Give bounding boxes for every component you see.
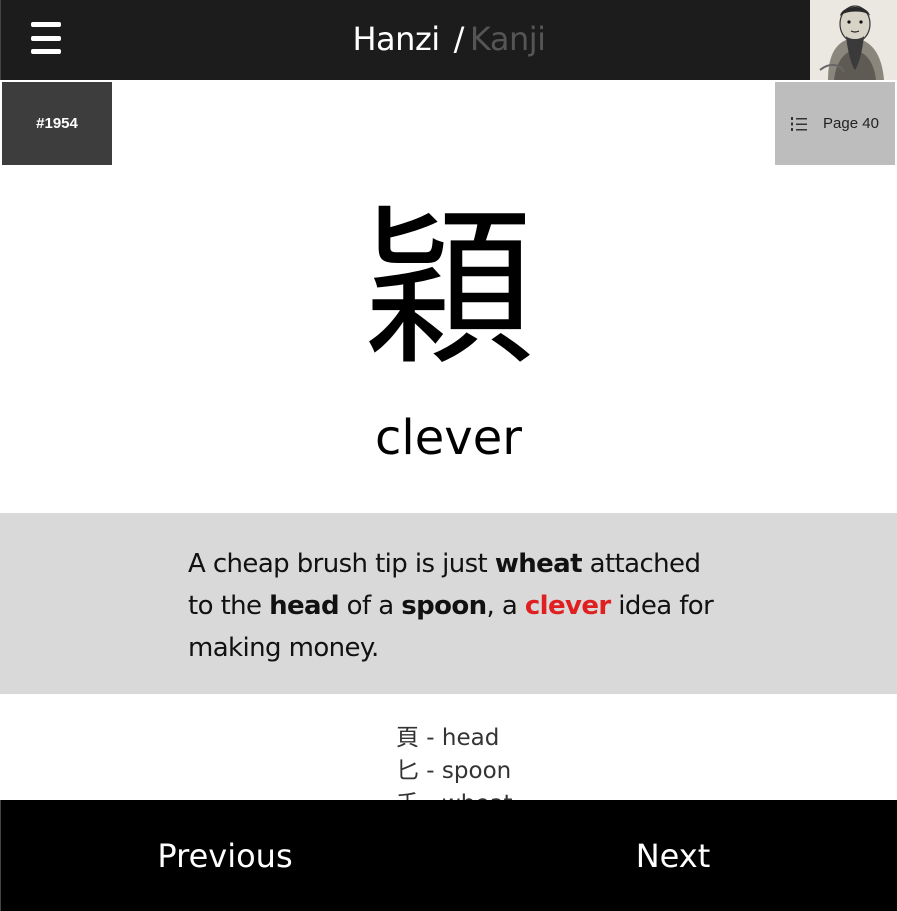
mnemonic-story-panel: A cheap brush tip is just wheat attached… [0, 513, 897, 694]
title-kanji-link[interactable]: Kanji [470, 20, 546, 58]
title-separator: / [453, 20, 465, 58]
story-component-head: head [269, 591, 340, 621]
next-button[interactable]: Next [449, 800, 897, 911]
component-meaning: spoon [441, 758, 512, 784]
story-text: , a [486, 591, 525, 621]
page-button[interactable]: Page 40 [775, 82, 895, 165]
story-component-spoon: spoon [401, 591, 487, 621]
footer-nav: Previous Next [0, 800, 897, 911]
numbered-list-icon [791, 116, 808, 132]
previous-button[interactable]: Previous [1, 800, 449, 911]
component-item: 匕 - spoon [396, 758, 512, 784]
title-hanzi-link[interactable]: Hanzi [352, 20, 440, 58]
page-label: Page 40 [823, 115, 879, 132]
sage-portrait-icon [810, 0, 897, 80]
story-text: A cheap brush tip is just [188, 549, 495, 579]
avatar[interactable] [810, 0, 897, 80]
component-item: 頁 - head [396, 725, 500, 751]
component-meaning: head [441, 725, 500, 751]
component-char: 頁 [396, 725, 419, 751]
component-char: 匕 [396, 758, 419, 784]
story-keyword: clever [524, 591, 611, 621]
mnemonic-story: A cheap brush tip is just wheat attached… [188, 543, 718, 669]
page-title: Hanzi / Kanji [1, 20, 897, 58]
character-number-badge: #1954 [2, 82, 112, 165]
top-bar: Hanzi / Kanji [0, 0, 897, 80]
story-component-wheat: wheat [494, 549, 583, 579]
keyword: clever [375, 410, 522, 466]
story-text: of a [339, 591, 402, 621]
hanzi-character: 穎 [363, 191, 534, 389]
